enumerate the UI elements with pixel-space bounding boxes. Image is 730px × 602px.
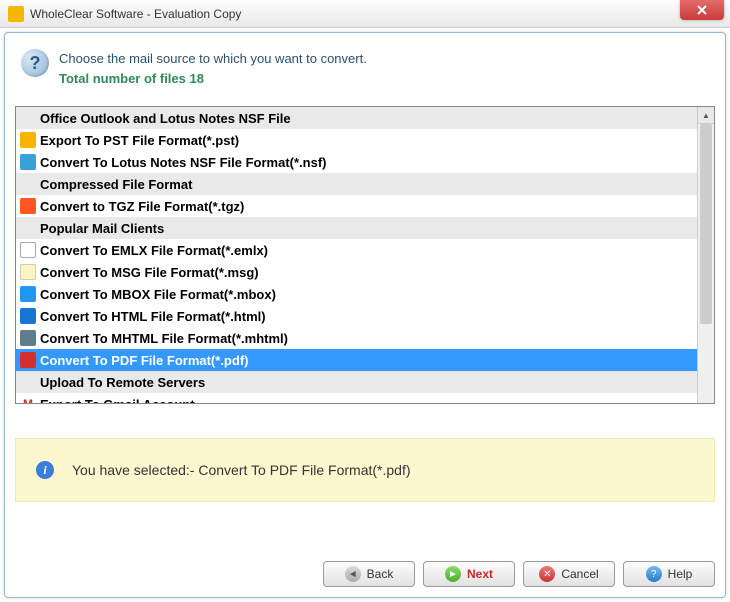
list-item-label: Convert To MHTML File Format(*.mhtml)	[40, 331, 288, 346]
window-title: WholeClear Software - Evaluation Copy	[30, 7, 241, 21]
list-header-upload: Upload To Remote Servers	[16, 371, 697, 393]
list-item-label: Convert To Lotus Notes NSF File Format(*…	[40, 155, 327, 170]
back-button[interactable]: ◄ Back	[323, 561, 415, 587]
next-icon: ►	[445, 566, 461, 582]
button-bar: ◄ Back ► Next ✕ Cancel ? Help	[323, 561, 715, 587]
titlebar: WholeClear Software - Evaluation Copy	[0, 0, 730, 28]
close-button[interactable]	[680, 0, 724, 20]
list-item-html[interactable]: Convert To HTML File Format(*.html)	[16, 305, 697, 327]
help-button[interactable]: ? Help	[623, 561, 715, 587]
list-item-mbox[interactable]: Convert To MBOX File Format(*.mbox)	[16, 283, 697, 305]
next-label: Next	[467, 567, 493, 581]
info-icon: i	[36, 461, 54, 479]
help-label: Help	[668, 567, 693, 581]
gmail-icon	[20, 396, 36, 403]
file-count-prefix: Total number of files	[59, 71, 190, 86]
info-selection: Convert To PDF File Format(*.pdf)	[198, 462, 410, 478]
list-item-emlx[interactable]: Convert To EMLX File Format(*.emlx)	[16, 239, 697, 261]
selection-info-banner: i You have selected:- Convert To PDF Fil…	[15, 438, 715, 502]
mhtml-icon	[20, 330, 36, 346]
pdf-icon	[20, 352, 36, 368]
list-item-mhtml[interactable]: Convert To MHTML File Format(*.mhtml)	[16, 327, 697, 349]
list-item-label: Convert To PDF File Format(*.pdf)	[40, 353, 248, 368]
main-panel: ? Choose the mail source to which you wa…	[4, 32, 726, 598]
close-icon	[697, 5, 707, 15]
list-item-nsf[interactable]: Convert To Lotus Notes NSF File Format(*…	[16, 151, 697, 173]
next-button[interactable]: ► Next	[423, 561, 515, 587]
list-item-label: Convert To MSG File Format(*.msg)	[40, 265, 259, 280]
format-list-inner[interactable]: Office Outlook and Lotus Notes NSF File …	[16, 107, 697, 403]
list-item-tgz[interactable]: Convert to TGZ File Format(*.tgz)	[16, 195, 697, 217]
scrollbar[interactable]: ▲	[697, 107, 714, 403]
msg-icon	[20, 264, 36, 280]
instruction-line2: Total number of files 18	[59, 69, 367, 89]
list-header-compressed: Compressed File Format	[16, 173, 697, 195]
cancel-label: Cancel	[561, 567, 598, 581]
tgz-icon	[20, 198, 36, 214]
back-label: Back	[367, 567, 394, 581]
file-count-value: 18	[190, 71, 204, 86]
list-item-pdf[interactable]: Convert To PDF File Format(*.pdf)	[16, 349, 697, 371]
instruction-text: Choose the mail source to which you want…	[59, 49, 367, 88]
info-prefix: You have selected:-	[72, 462, 198, 478]
html-icon	[20, 308, 36, 324]
scroll-up-icon[interactable]: ▲	[698, 107, 714, 124]
pst-icon	[20, 132, 36, 148]
format-list: Office Outlook and Lotus Notes NSF File …	[15, 106, 715, 404]
list-item-msg[interactable]: Convert To MSG File Format(*.msg)	[16, 261, 697, 283]
list-item-label: Convert to TGZ File Format(*.tgz)	[40, 199, 244, 214]
list-item-label: Convert To EMLX File Format(*.emlx)	[40, 243, 268, 258]
instruction-block: ? Choose the mail source to which you wa…	[15, 45, 715, 100]
nsf-icon	[20, 154, 36, 170]
cancel-icon: ✕	[539, 566, 555, 582]
back-icon: ◄	[345, 566, 361, 582]
help-icon: ?	[21, 49, 49, 77]
list-header-popular: Popular Mail Clients	[16, 217, 697, 239]
help-icon-small: ?	[646, 566, 662, 582]
list-item-pst[interactable]: Export To PST File Format(*.pst)	[16, 129, 697, 151]
selection-info-text: You have selected:- Convert To PDF File …	[72, 462, 411, 478]
list-item-gmail[interactable]: Export To Gmail Account	[16, 393, 697, 403]
list-item-label: Export To Gmail Account	[40, 397, 195, 404]
scroll-thumb[interactable]	[700, 124, 712, 324]
list-item-label: Convert To MBOX File Format(*.mbox)	[40, 287, 276, 302]
list-item-label: Convert To HTML File Format(*.html)	[40, 309, 266, 324]
app-icon	[8, 6, 24, 22]
mbox-icon	[20, 286, 36, 302]
list-item-label: Export To PST File Format(*.pst)	[40, 133, 239, 148]
cancel-button[interactable]: ✕ Cancel	[523, 561, 615, 587]
list-header-office: Office Outlook and Lotus Notes NSF File	[16, 107, 697, 129]
instruction-line1: Choose the mail source to which you want…	[59, 49, 367, 69]
emlx-icon	[20, 242, 36, 258]
